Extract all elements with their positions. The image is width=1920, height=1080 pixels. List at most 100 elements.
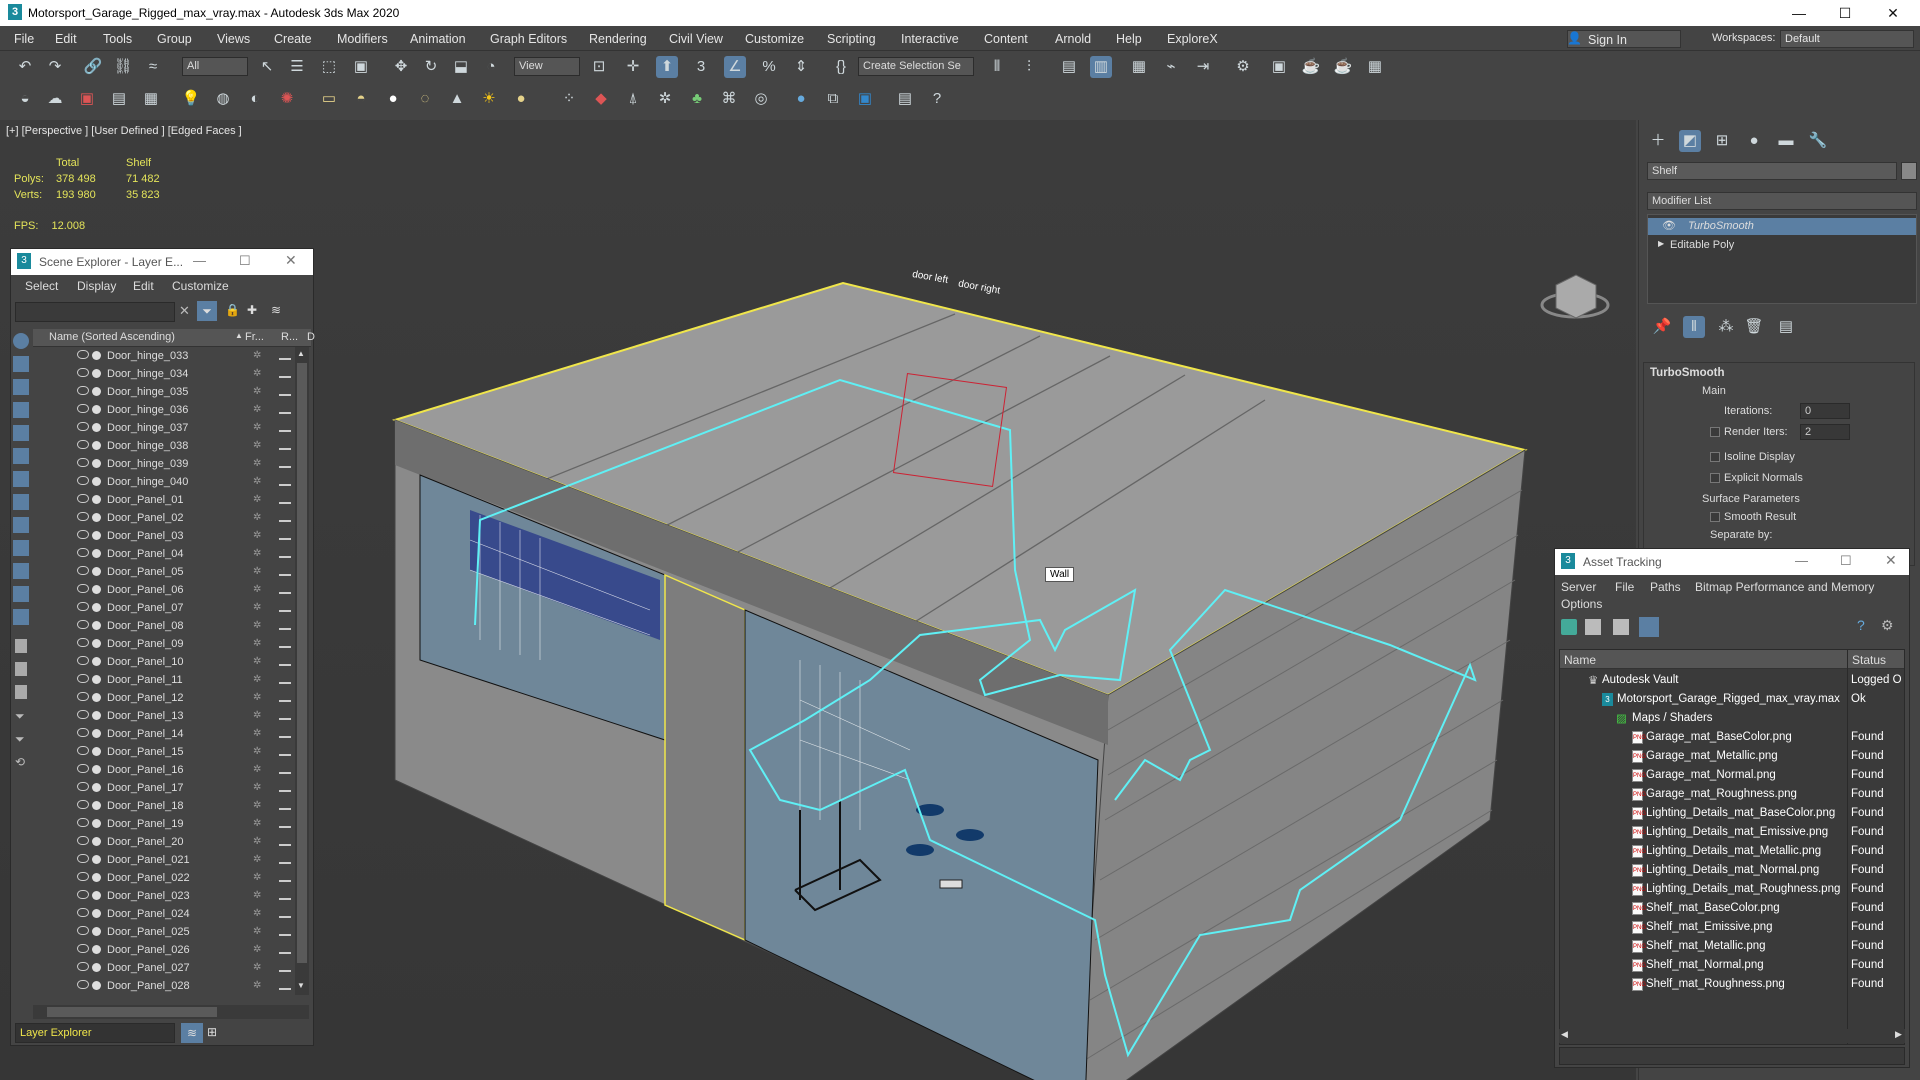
menu-help[interactable]: Help <box>1116 32 1142 46</box>
table-icon[interactable]: ▦ <box>140 88 162 110</box>
scene-object-row[interactable]: Door_Panel_022 ✲ <box>33 869 295 887</box>
light-bulb-icon[interactable] <box>92 837 101 846</box>
asset-row-vault[interactable]: ♛ Autodesk Vault Logged O <box>1560 671 1904 690</box>
at-path-field[interactable] <box>1559 1047 1905 1065</box>
se-minimize-button[interactable]: — <box>193 253 206 268</box>
freeze-icon[interactable]: ✲ <box>253 441 263 451</box>
asset-map-row[interactable]: PNG Garage_mat_BaseColor.png Found <box>1560 728 1904 747</box>
renderable-icon[interactable] <box>279 622 291 630</box>
renderable-icon[interactable] <box>279 694 291 702</box>
named-selection-dropdown[interactable]: Create Selection Se <box>858 57 974 76</box>
spinner-snap-icon[interactable]: ⇕ <box>790 56 812 78</box>
sphere-icon[interactable]: ● <box>510 88 532 110</box>
renderable-icon[interactable] <box>279 766 291 774</box>
lights-filter-icon[interactable] <box>13 402 29 418</box>
renderable-icon[interactable] <box>279 370 291 378</box>
visibility-eye-icon[interactable] <box>77 566 89 575</box>
sphere-light-icon[interactable]: ● <box>382 88 404 110</box>
freeze-icon[interactable]: ✲ <box>253 981 263 991</box>
convert-icon[interactable]: ⧉ <box>822 88 844 110</box>
utilities-tab-icon[interactable]: 🔧 <box>1807 130 1829 152</box>
at-maximize-button[interactable]: ☐ <box>1840 553 1852 569</box>
menu-explorex[interactable]: ExploreX <box>1167 32 1218 46</box>
light-bulb-icon[interactable] <box>92 855 101 864</box>
table-view-icon[interactable] <box>1639 617 1659 637</box>
renderable-icon[interactable] <box>279 982 291 990</box>
freeze-icon[interactable]: ✲ <box>253 513 263 523</box>
scene-object-row[interactable]: Door_Panel_021 ✲ <box>33 851 295 869</box>
visibility-eye-icon[interactable] <box>77 746 89 755</box>
visibility-eye-icon[interactable] <box>77 620 89 629</box>
light-bulb-icon[interactable] <box>92 513 101 522</box>
renderable-icon[interactable] <box>279 532 291 540</box>
fur-icon[interactable]: ⁘ <box>558 88 580 110</box>
freeze-icon[interactable]: ✲ <box>253 423 263 433</box>
light-bulb-icon[interactable] <box>92 819 101 828</box>
asset-row-file[interactable]: 3 Motorsport_Garage_Rigged_max_vray.max … <box>1560 690 1904 709</box>
visibility-eye-icon[interactable] <box>77 944 89 953</box>
select-manipulate-icon[interactable]: ✛ <box>622 56 644 78</box>
align-icon[interactable]: ⫶ <box>1018 56 1040 78</box>
freeze-icon[interactable]: ✲ <box>253 477 263 487</box>
scene-object-row[interactable]: Door_Panel_11 ✲ <box>33 671 295 689</box>
freeze-icon[interactable]: ✲ <box>253 495 263 505</box>
cameras-filter-icon[interactable] <box>13 425 29 441</box>
freeze-icon[interactable]: ✲ <box>253 765 263 775</box>
freeze-icon[interactable]: ✲ <box>253 873 263 883</box>
menu-interactive[interactable]: Interactive <box>901 32 959 46</box>
asset-map-row[interactable]: PNG Garage_mat_Roughness.png Found <box>1560 785 1904 804</box>
scene-object-row[interactable]: Door_hinge_038 ✲ <box>33 437 295 455</box>
renderable-icon[interactable] <box>279 838 291 846</box>
visibility-eye-icon[interactable] <box>77 872 89 881</box>
se-horizontal-scrollbar[interactable] <box>33 1005 309 1019</box>
display-all-icon[interactable] <box>13 333 29 349</box>
scene-object-row[interactable]: Door_Panel_15 ✲ <box>33 743 295 761</box>
expand-arrow-icon[interactable]: ▶ <box>1658 239 1664 248</box>
se-vertical-scrollbar[interactable]: ▲ ▼ <box>295 347 309 995</box>
visibility-eye-icon[interactable] <box>77 476 89 485</box>
cone-icon[interactable]: ▲ <box>446 88 468 110</box>
visibility-eye-icon[interactable] <box>77 962 89 971</box>
renderable-icon[interactable] <box>279 856 291 864</box>
scene-object-row[interactable]: Door_Panel_09 ✲ <box>33 635 295 653</box>
freeze-icon[interactable]: ✲ <box>253 819 263 829</box>
scene-object-row[interactable]: Door_Panel_024 ✲ <box>33 905 295 923</box>
frame-buffer-icon[interactable]: ▣ <box>76 88 98 110</box>
renderable-icon[interactable] <box>279 874 291 882</box>
scene-object-row[interactable]: Door_Panel_13 ✲ <box>33 707 295 725</box>
visibility-eye-icon[interactable] <box>77 638 89 647</box>
renderable-icon[interactable] <box>279 910 291 918</box>
freeze-icon[interactable]: ✲ <box>253 621 263 631</box>
scene-object-row[interactable]: Door_Panel_12 ✲ <box>33 689 295 707</box>
select-object-icon[interactable]: ↖ <box>256 56 278 78</box>
link-icon[interactable]: 🔗 <box>82 56 104 78</box>
renderable-icon[interactable] <box>279 514 291 522</box>
menu-views[interactable]: Views <box>217 32 250 46</box>
scene-object-row[interactable]: Door_Panel_01 ✲ <box>33 491 295 509</box>
visibility-eye-icon[interactable] <box>77 836 89 845</box>
select-all-icon[interactable] <box>15 639 27 653</box>
renderable-icon[interactable] <box>279 478 291 486</box>
visibility-eye-icon[interactable] <box>77 386 89 395</box>
visibility-eye-icon[interactable] <box>77 548 89 557</box>
menu-tools[interactable]: Tools <box>103 32 132 46</box>
renderable-icon[interactable] <box>279 892 291 900</box>
at-minimize-button[interactable]: — <box>1795 553 1808 568</box>
vray-sun-icon[interactable]: ✺ <box>276 88 298 110</box>
renderable-icon[interactable] <box>279 820 291 828</box>
scroll-down-icon[interactable]: ▼ <box>297 981 305 990</box>
renderable-icon[interactable] <box>279 712 291 720</box>
freeze-icon[interactable]: ✲ <box>253 693 263 703</box>
pin-stack-icon[interactable]: 📌 <box>1651 316 1673 338</box>
light-bulb-icon[interactable] <box>92 747 101 756</box>
renderable-icon[interactable] <box>279 748 291 756</box>
rect-selection-icon[interactable]: ⬚ <box>318 56 340 78</box>
fur-settings-icon[interactable]: ✲ <box>654 88 676 110</box>
visibility-eye-icon[interactable] <box>77 494 89 503</box>
asset-tracking-titlebar[interactable]: 3 Asset Tracking — ☐ ✕ <box>1555 549 1909 575</box>
light-bulb-icon[interactable] <box>92 945 101 954</box>
freeze-icon[interactable]: ✲ <box>253 459 263 469</box>
at-close-button[interactable]: ✕ <box>1885 552 1897 569</box>
bind-space-warp-icon[interactable]: ≈ <box>142 56 164 78</box>
plane-icon[interactable]: ▭ <box>318 88 340 110</box>
